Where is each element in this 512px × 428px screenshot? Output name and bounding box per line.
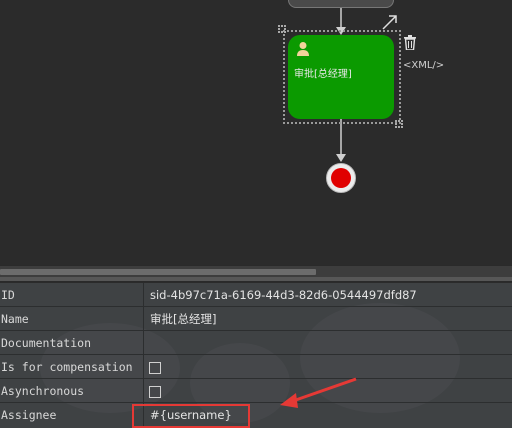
sequence-flows: [336, 8, 346, 162]
assignee-highlight-box: [132, 404, 250, 428]
horizontal-scrollbar[interactable]: [0, 265, 512, 277]
property-row-assignee: Assignee #{username}: [0, 403, 512, 427]
property-row-asynchronous: Asynchronous: [0, 379, 512, 403]
property-row-is-for-compensation: Is for compensation: [0, 355, 512, 379]
resize-handle-top-left[interactable]: [278, 25, 286, 33]
property-label: Name: [0, 307, 144, 331]
panel-splitter[interactable]: [0, 277, 512, 282]
property-value-documentation[interactable]: [150, 331, 490, 355]
user-icon: [297, 42, 309, 56]
task-label: 审批[总经理]: [294, 69, 352, 80]
asynchronous-checkbox[interactable]: [149, 386, 161, 398]
connect-arrow-icon[interactable]: [381, 13, 399, 31]
property-value-name[interactable]: 审批[总经理]: [150, 307, 216, 331]
user-task-node[interactable]: 审批[总经理]: [288, 35, 394, 119]
properties-panel: ID sid-4b97c71a-6169-44d3-82d6-0544497df…: [0, 283, 512, 428]
scrollbar-thumb[interactable]: [0, 269, 316, 275]
annotation-arrow-icon: [280, 377, 357, 408]
property-label: Asynchronous: [0, 379, 144, 403]
property-row-id: ID sid-4b97c71a-6169-44d3-82d6-0544497df…: [0, 283, 512, 307]
process-canvas[interactable]: 审批[总经理] <XML/>: [0, 0, 512, 265]
resize-handle-bottom-right[interactable]: [395, 120, 403, 128]
outgoing-flow-arrowhead: [336, 154, 346, 162]
end-event-core: [331, 168, 351, 188]
property-label: Assignee: [0, 403, 144, 427]
trash-icon[interactable]: [403, 35, 417, 50]
xml-link[interactable]: <XML/>: [403, 60, 444, 71]
property-value-id[interactable]: sid-4b97c71a-6169-44d3-82d6-0544497dfd87: [150, 283, 417, 307]
compensation-checkbox[interactable]: [149, 362, 161, 374]
property-label: ID: [0, 283, 144, 307]
property-row-documentation: Documentation: [0, 331, 512, 355]
property-label: Documentation: [0, 331, 144, 355]
property-row-name: Name 审批[总经理]: [0, 307, 512, 331]
end-event-node[interactable]: [326, 163, 356, 193]
property-label: Is for compensation: [0, 355, 144, 379]
